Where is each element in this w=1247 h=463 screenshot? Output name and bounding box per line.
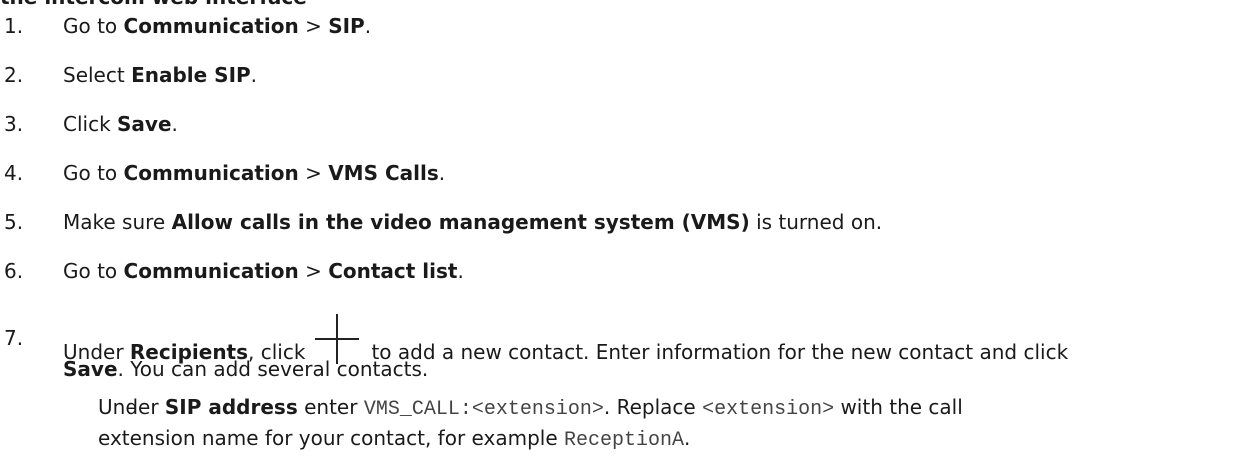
sub-bullet-text-line2: extension name for your contact, for exa… [98, 426, 691, 452]
step-text: Go to Communication > SIP. [63, 14, 372, 38]
step-number: 2. [4, 63, 24, 87]
step-text: Go to Communication > Contact list. [63, 259, 464, 283]
document-page: the intercom web interface 1. Go to Comm… [0, 0, 1247, 463]
step-text: Select Enable SIP. [63, 63, 258, 87]
code-extension: <extension> [702, 398, 835, 421]
code-example: ReceptionA [563, 429, 685, 452]
section-heading-cut: the intercom web interface [0, 0, 307, 9]
code-sip-address: VMS_CALL:<extension> [363, 398, 604, 421]
step-text: Make sure Allow calls in the video manag… [63, 210, 883, 234]
step-number: 3. [4, 112, 24, 136]
step-number: 5. [4, 210, 24, 234]
step-number: 1. [4, 14, 24, 38]
step-number: 4. [4, 161, 24, 185]
step-7-continuation: Save. You can add several contacts. [63, 357, 429, 381]
step-text: Click Save. [63, 112, 178, 136]
step-text: Go to Communication > VMS Calls. [63, 161, 446, 185]
sub-bullet-text: Under SIP address enter VMS_CALL:<extens… [98, 395, 963, 421]
step-number: 6. [4, 259, 24, 283]
step-number: 7. [4, 326, 24, 350]
